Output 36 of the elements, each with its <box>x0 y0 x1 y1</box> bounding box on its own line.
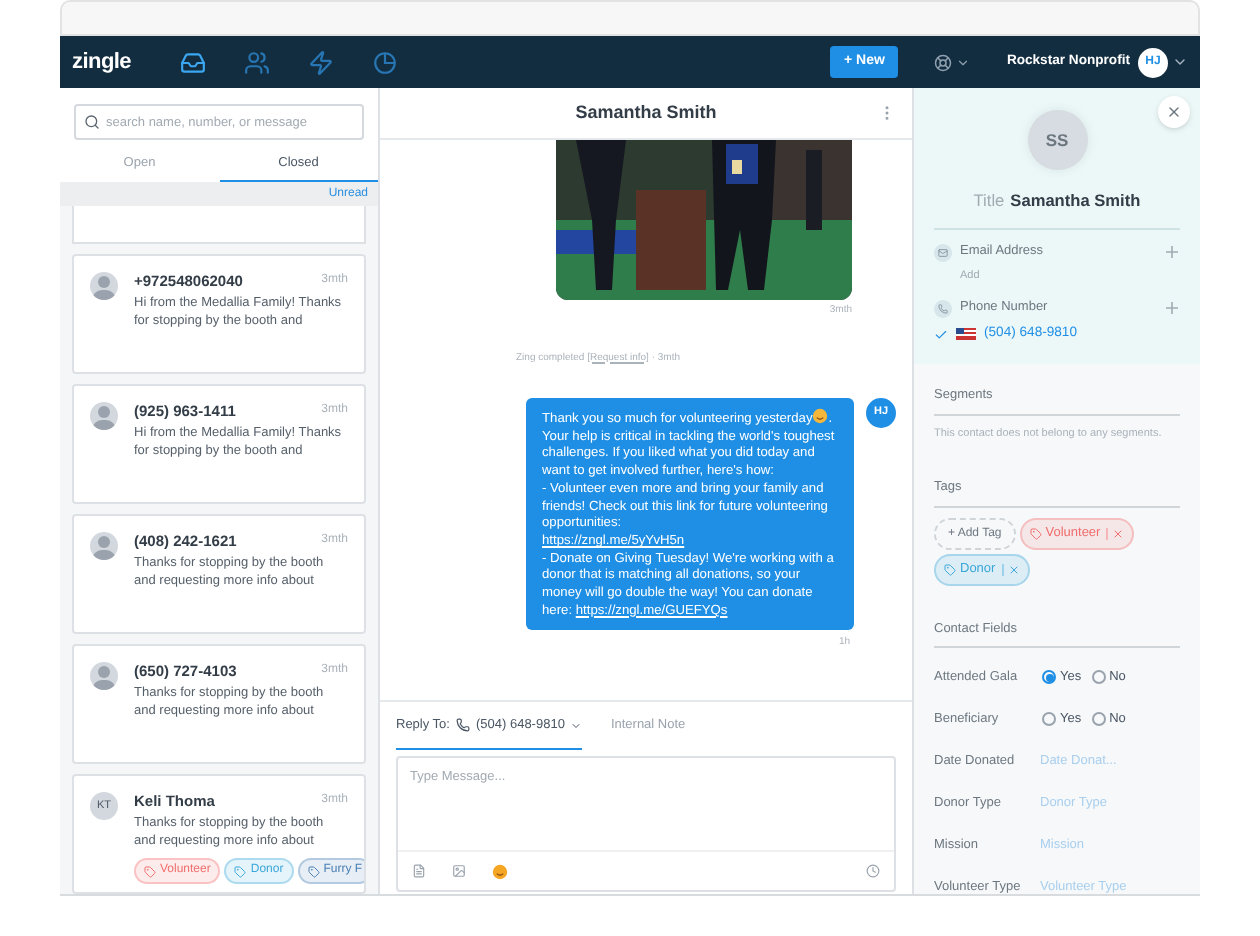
document-icon[interactable] <box>412 864 426 878</box>
title-label: Title <box>973 188 1005 213</box>
tag-icon <box>144 865 156 877</box>
tag-icon <box>307 865 320 877</box>
phone-icon <box>455 718 470 732</box>
close-button[interactable] <box>1158 96 1190 128</box>
emoji-icon <box>812 408 829 424</box>
search-icon <box>84 114 100 130</box>
avatar-icon <box>90 272 118 300</box>
avatar-icon <box>90 532 118 560</box>
image-icon[interactable] <box>452 864 466 878</box>
contact-avatar: SS <box>1027 110 1087 170</box>
chevron-down-icon <box>956 55 971 69</box>
logo: zingle <box>72 47 132 78</box>
add-button[interactable] <box>1164 244 1180 261</box>
tag-icon <box>234 865 247 877</box>
lifebuoy-icon <box>934 53 953 71</box>
close-icon <box>1166 104 1182 120</box>
clock-icon[interactable] <box>866 864 880 878</box>
phone-icon <box>934 299 952 318</box>
mail-icon <box>934 243 952 262</box>
tag-icon <box>944 563 956 576</box>
help-menu[interactable] <box>934 53 971 71</box>
remove-icon <box>1112 528 1125 540</box>
conversation-card[interactable] <box>72 206 366 244</box>
add-button[interactable] <box>1164 300 1180 317</box>
avatar-icon <box>90 402 118 430</box>
emoji-icon[interactable] <box>492 863 508 879</box>
flag-icon <box>956 328 976 341</box>
remove-icon <box>1007 563 1020 576</box>
chevron-down-icon <box>1172 54 1188 70</box>
conversation-title: Samantha Smith <box>575 99 717 126</box>
contact-name: Samantha Smith <box>1010 188 1141 213</box>
chevron-down-icon <box>570 719 583 731</box>
avatar-icon <box>90 662 118 690</box>
tag-icon <box>1029 528 1042 540</box>
